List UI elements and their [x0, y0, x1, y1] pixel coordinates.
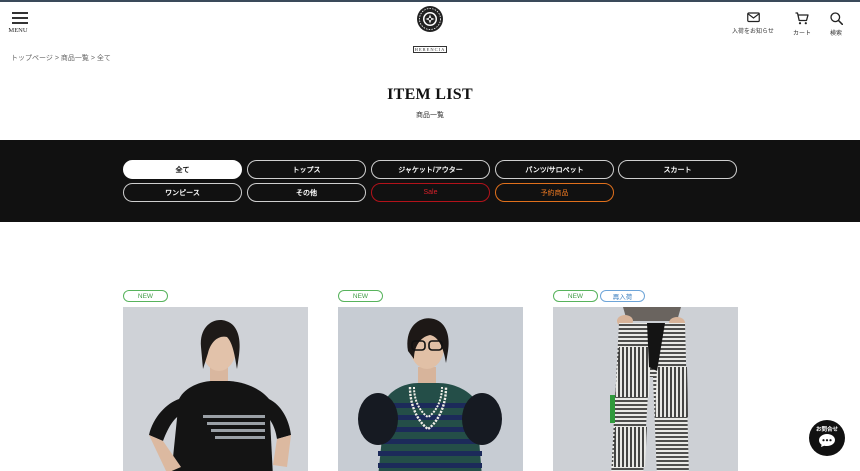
contact-chat-button[interactable]: お問合せ: [809, 420, 845, 456]
category-pants-button[interactable]: パンツ/サロペット: [495, 160, 614, 179]
chat-label: お問合せ: [815, 427, 838, 433]
search-label: 検索: [829, 31, 842, 37]
category-filter-band: 全て トップス ジャケット/アウター パンツ/サロペット スカート ワンピース …: [0, 140, 860, 222]
search-icon: [829, 12, 843, 25]
category-tops-button[interactable]: トップス: [247, 160, 366, 179]
restock-notice-button[interactable]: 入荷をお知らせ: [731, 12, 775, 35]
logo-wordmark: HERENCIA: [412, 46, 448, 53]
search-button[interactable]: 検索: [825, 12, 847, 37]
page-subtitle: 商品一覧: [416, 112, 444, 119]
cart-icon: [795, 12, 809, 25]
category-skirt-button[interactable]: スカート: [618, 160, 737, 179]
breadcrumb-current: 全て: [96, 55, 111, 62]
breadcrumb-link-top[interactable]: トップページ: [11, 55, 53, 62]
breadcrumb-link-items[interactable]: 商品一覧: [61, 55, 89, 62]
new-badge: NEW: [123, 290, 168, 302]
hamburger-icon: [12, 12, 28, 14]
category-sale-button[interactable]: Sale: [371, 183, 490, 202]
breadcrumb-separator: >: [90, 55, 95, 62]
brand-logo[interactable]: HERENCIA: [409, 5, 451, 53]
category-onepiece-button[interactable]: ワンピース: [123, 183, 242, 202]
page-title: ITEM LIST: [387, 86, 473, 103]
restock-badge: 再入荷: [600, 290, 645, 302]
product-image[interactable]: [553, 307, 738, 471]
hamburger-icon-bar: [12, 22, 28, 24]
product-card[interactable]: NEW 再入荷: [553, 290, 738, 471]
product-photo-geometric-pants: [553, 307, 738, 471]
menu-button[interactable]: MENU: [8, 12, 30, 34]
new-badge: NEW: [553, 290, 598, 302]
product-badges: NEW 再入荷: [553, 290, 738, 304]
product-image[interactable]: [338, 307, 523, 471]
cart-label: カート: [792, 31, 811, 37]
menu-label: MENU: [8, 27, 28, 34]
product-badges: NEW: [338, 290, 523, 304]
restock-notice-label: 入荷をお知らせ: [732, 29, 774, 35]
hamburger-icon-bar: [12, 17, 28, 19]
category-other-button[interactable]: その他: [247, 183, 366, 202]
breadcrumb-separator: >: [54, 55, 59, 62]
category-jacket-outer-button[interactable]: ジャケット/アウター: [371, 160, 490, 179]
product-image[interactable]: [123, 307, 308, 471]
category-preorder-button[interactable]: 予約商品: [495, 183, 614, 202]
category-all-button[interactable]: 全て: [123, 160, 242, 179]
mail-icon: [746, 12, 760, 23]
product-card[interactable]: NEW: [123, 290, 308, 471]
new-badge: NEW: [338, 290, 383, 302]
chat-bubble-icon: [819, 434, 835, 447]
breadcrumb: トップページ > 商品一覧 > 全て: [11, 53, 111, 63]
product-badges: NEW: [123, 290, 308, 304]
product-photo-striped-top: [338, 307, 523, 471]
product-card[interactable]: NEW: [338, 290, 523, 471]
product-photo-black-tee: [123, 307, 308, 471]
logo-emblem-icon: [417, 6, 443, 32]
top-accent-line: [0, 0, 860, 2]
cart-button[interactable]: カート: [788, 12, 816, 37]
